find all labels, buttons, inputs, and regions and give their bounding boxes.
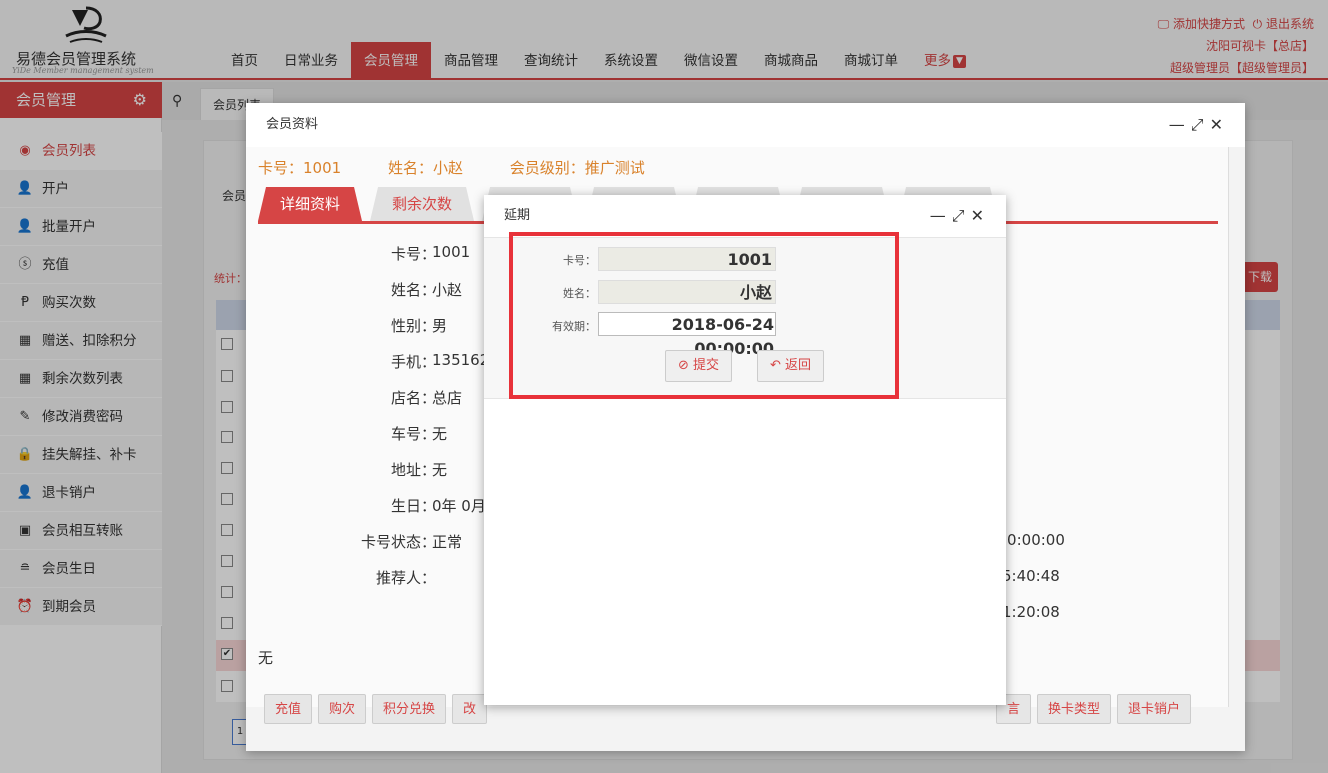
field-label: 姓名： xyxy=(390,281,436,299)
field-label: 生日： xyxy=(390,497,436,515)
change-card-type-button[interactable]: 换卡类型 xyxy=(1036,694,1111,724)
action-buttons-left: 充值 购次 积分兑换 改 xyxy=(264,694,493,724)
close-icon[interactable]: ✕ xyxy=(971,206,990,225)
buy-times-button[interactable]: 购次 xyxy=(318,694,367,724)
tab-details[interactable]: 详细资料 xyxy=(258,187,362,221)
cancel-card-button[interactable]: 退卡销户 xyxy=(1116,694,1191,724)
field-value: 135162 xyxy=(432,351,490,369)
tab-remaining-times[interactable]: 剩余次数 xyxy=(370,187,474,221)
dialog-title: 延期 xyxy=(504,208,531,223)
action-buttons-right: 言 换卡类型 退卡销户 xyxy=(995,694,1197,724)
field-label: 地址： xyxy=(390,461,436,479)
recharge-button[interactable]: 充值 xyxy=(264,694,313,724)
field-label: 性别： xyxy=(390,317,436,335)
field-label: 手机： xyxy=(390,353,436,371)
maximize-icon[interactable]: ⤢ xyxy=(1191,115,1210,134)
summary-name: 姓名：小赵 xyxy=(387,159,463,177)
remark-value: 无 xyxy=(258,649,274,667)
field-value: 正常 xyxy=(432,533,463,551)
field-value: 无 xyxy=(432,461,448,479)
field-value: 0年 0月 xyxy=(432,497,486,515)
field-value: 男 xyxy=(432,317,448,335)
maximize-icon[interactable]: ⤢ xyxy=(952,206,971,225)
highlight-box xyxy=(509,232,899,399)
field-label: 店名： xyxy=(390,389,436,407)
field-label: 车号： xyxy=(390,425,436,443)
dialog-controls: —⤢✕ xyxy=(1169,103,1229,147)
field-value: 小赵 xyxy=(432,281,463,299)
member-summary: 卡号：1001 姓名：小赵 会员级别：推广测试 xyxy=(258,157,687,178)
field-value: 无 xyxy=(432,425,448,443)
summary-level: 会员级别：推广测试 xyxy=(509,159,645,177)
field-value: 1001 xyxy=(432,243,471,261)
modify-button[interactable]: 改 xyxy=(452,694,488,724)
summary-card-no: 卡号：1001 xyxy=(258,159,342,177)
field-label: 卡号： xyxy=(390,245,436,263)
dialog-title: 会员资料 xyxy=(266,117,319,132)
minimize-icon[interactable]: — xyxy=(1169,115,1191,134)
dialog-controls: —⤢✕ xyxy=(930,195,990,237)
field-value: 总店 xyxy=(432,389,463,407)
right-value: 5:40:48 xyxy=(1002,567,1060,585)
field-label: 推荐人： xyxy=(375,569,436,587)
field-label: 卡号状态： xyxy=(360,533,436,551)
right-value: :0:00:00 xyxy=(1002,531,1065,549)
minimize-icon[interactable]: — xyxy=(930,206,952,225)
right-value: 1:20:08 xyxy=(1002,603,1060,621)
close-icon[interactable]: ✕ xyxy=(1210,115,1229,134)
points-exchange-button[interactable]: 积分兑换 xyxy=(372,694,447,724)
